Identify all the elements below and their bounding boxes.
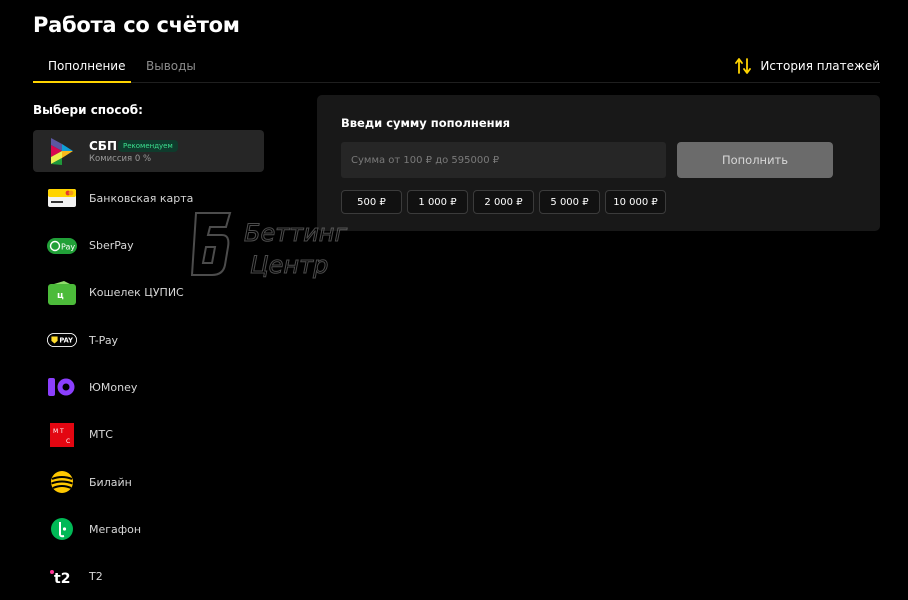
method-label: Кошелек ЦУПИС: [89, 286, 184, 300]
svg-text:Pay: Pay: [61, 242, 75, 251]
method-label: Т2: [89, 570, 103, 584]
recommended-badge: Рекомендуем: [118, 140, 178, 152]
tab-deposit[interactable]: Пополнение: [33, 59, 131, 83]
methods-heading: Выбери способ:: [33, 103, 143, 117]
t2-icon: t2: [47, 562, 77, 592]
payment-history-label: История платежей: [760, 59, 880, 73]
beeline-icon: [47, 467, 77, 497]
watermark-line1: Беттинг: [244, 219, 347, 247]
deposit-title: Введи сумму пополнения: [341, 116, 511, 130]
method-label: SberPay: [89, 239, 134, 253]
method-tpay[interactable]: PAY T-Pay: [33, 319, 264, 361]
method-label: Банковская карта: [89, 191, 194, 205]
preset-amount-button[interactable]: 2 000 ₽: [473, 190, 534, 214]
cupis-wallet-icon: ц: [47, 278, 77, 308]
svg-text:М: М: [53, 428, 58, 435]
method-megafon[interactable]: Мегафон: [33, 508, 264, 550]
method-label: Мегафон: [89, 522, 142, 536]
method-sbp[interactable]: СБП Рекомендуем Комиссия 0 %: [33, 130, 264, 172]
watermark-line2: Центр: [250, 251, 328, 279]
svg-text:Т: Т: [59, 428, 64, 435]
svg-text:t2: t2: [54, 571, 70, 587]
method-t2[interactable]: t2 Т2: [33, 556, 264, 598]
method-mts[interactable]: М Т С МТС: [33, 414, 264, 456]
svg-text:PAY: PAY: [59, 337, 73, 345]
tab-withdrawals[interactable]: Выводы: [146, 59, 196, 73]
amount-input[interactable]: [341, 142, 666, 178]
method-label: МТС: [89, 428, 113, 442]
swap-vertical-icon: [735, 58, 752, 74]
page-title: Работа со счётом: [33, 13, 240, 37]
topup-button[interactable]: Пополнить: [677, 142, 833, 178]
method-label: Билайн: [89, 475, 132, 489]
yoomoney-icon: [47, 372, 77, 402]
payment-methods-list: СБП Рекомендуем Комиссия 0 % Банковская …: [33, 130, 264, 600]
commission-text: Комиссия 0 %: [89, 154, 152, 164]
method-label: СБП: [89, 139, 117, 153]
method-label: ЮMoney: [89, 380, 138, 394]
method-beeline[interactable]: Билайн: [33, 461, 264, 503]
mts-icon: М Т С: [47, 420, 77, 450]
bank-card-icon: [47, 183, 77, 213]
sberpay-icon: Pay: [47, 231, 77, 261]
svg-text:С: С: [66, 438, 70, 445]
preset-amount-button[interactable]: 5 000 ₽: [539, 190, 600, 214]
preset-amount-button[interactable]: 1 000 ₽: [407, 190, 468, 214]
payment-history-link[interactable]: История платежей: [735, 57, 880, 75]
preset-amount-button[interactable]: 10 000 ₽: [605, 190, 666, 214]
sbp-icon: [47, 136, 77, 166]
svg-text:ц: ц: [57, 291, 64, 301]
method-yoomoney[interactable]: ЮMoney: [33, 366, 264, 408]
tpay-icon: PAY: [47, 325, 77, 355]
megafon-icon: [47, 514, 77, 544]
watermark-logo: Беттинг Центр: [190, 212, 348, 280]
method-label: T-Pay: [89, 333, 119, 347]
